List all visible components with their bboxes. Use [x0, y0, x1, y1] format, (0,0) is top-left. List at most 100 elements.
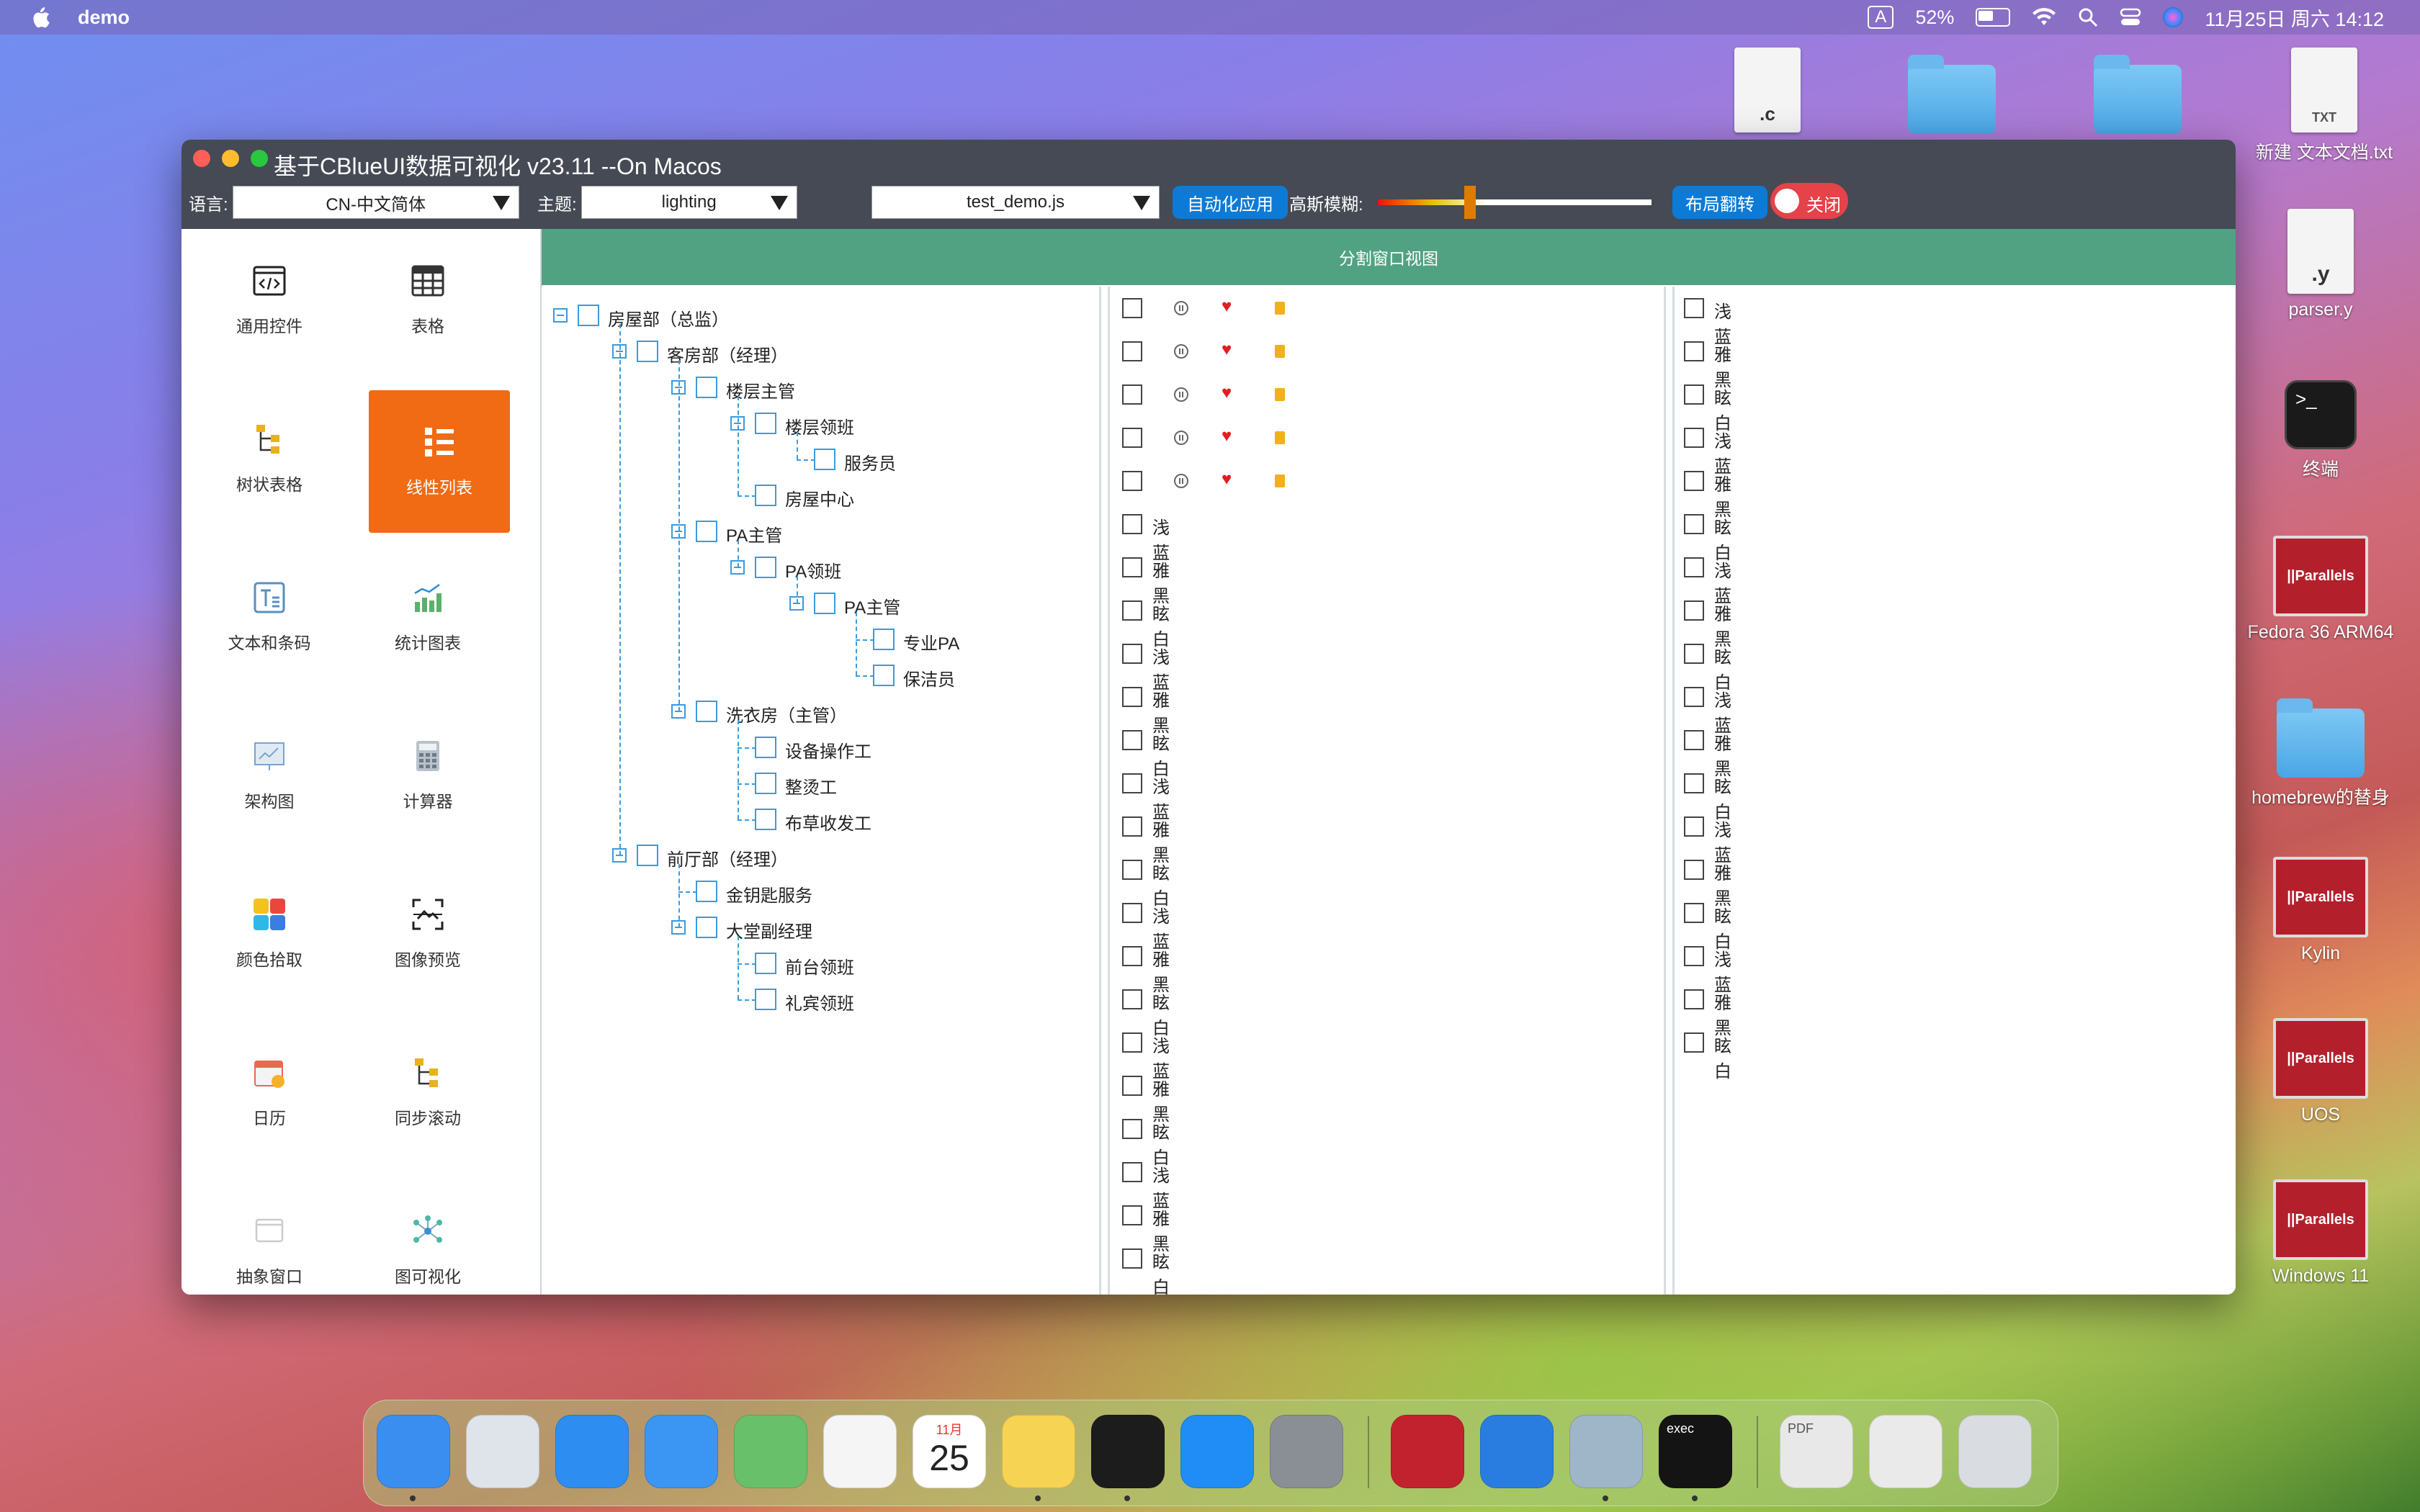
tree-checkbox[interactable] [696, 701, 717, 722]
desktop-kylin[interactable]: ||Parallels Kylin [2249, 857, 2393, 964]
tree-checkbox[interactable] [873, 665, 895, 686]
blur-slider[interactable] [1377, 186, 1652, 219]
heart-icon[interactable]: ♥ [1222, 426, 1232, 446]
row-checkbox[interactable] [1684, 384, 1704, 405]
tree-checkbox[interactable] [755, 413, 776, 434]
nav-statistics-chart[interactable]: 统计图表 [357, 546, 498, 688]
close-toggle[interactable]: 关闭 [1770, 183, 1848, 219]
nav-text-barcode[interactable]: 文本和条码 [199, 546, 340, 688]
language-select[interactable]: CN-中文简体 [232, 186, 519, 219]
nav-image-preview[interactable]: 图像预览 [357, 863, 498, 1005]
row-checkbox[interactable] [1684, 341, 1704, 361]
row-checkbox[interactable] [1122, 1248, 1142, 1269]
row-checkbox[interactable] [1684, 428, 1704, 448]
pause-icon[interactable] [1174, 474, 1188, 488]
app-name[interactable]: demo [78, 6, 130, 29]
tree-checkbox[interactable] [696, 377, 717, 398]
row-checkbox[interactable] [1684, 730, 1704, 750]
desktop-homebrew[interactable]: homebrew的替身 [2249, 698, 2393, 809]
tree-checkbox[interactable] [755, 557, 776, 578]
row-checkbox[interactable] [1122, 644, 1142, 664]
clock[interactable]: 11月25日 周六 14:12 [2205, 4, 2384, 32]
desktop-fedora[interactable]: ||Parallels Fedora 36 ARM64 [2233, 536, 2408, 643]
tree-checkbox[interactable] [637, 341, 658, 362]
row-checkbox[interactable] [1122, 1119, 1142, 1139]
pause-icon[interactable] [1174, 301, 1188, 315]
dock-maps-icon[interactable] [734, 1415, 807, 1488]
tree-checkbox[interactable] [696, 881, 717, 902]
heart-icon[interactable]: ♥ [1222, 469, 1232, 490]
row-checkbox[interactable] [1122, 773, 1142, 793]
row-checkbox[interactable] [1122, 903, 1142, 923]
splitter-2b[interactable] [1672, 287, 1675, 1295]
dock-notes-icon[interactable] [1002, 1415, 1075, 1488]
minimize-window-button[interactable] [222, 150, 239, 167]
row-checkbox[interactable] [1122, 471, 1142, 491]
row-checkbox[interactable] [1122, 428, 1142, 448]
dock-finder-icon[interactable] [377, 1415, 450, 1488]
siri-icon[interactable] [2163, 7, 2184, 27]
row-checkbox[interactable] [1122, 860, 1142, 880]
dock-terminal-icon[interactable] [1091, 1415, 1165, 1488]
dock-safari-icon[interactable] [555, 1415, 629, 1488]
dock-trash-icon[interactable] [1958, 1415, 2032, 1488]
row-checkbox[interactable] [1684, 600, 1704, 621]
nav-abstract-window[interactable]: 抽象窗口 [199, 1179, 340, 1295]
dock-exec-icon[interactable]: exec [1659, 1415, 1732, 1488]
row-checkbox[interactable] [1684, 471, 1704, 491]
script-select[interactable]: test_demo.js [871, 186, 1160, 219]
layout-flip-button[interactable]: 布局翻转 [1672, 186, 1767, 219]
row-checkbox[interactable] [1684, 946, 1704, 966]
heart-icon[interactable]: ♥ [1222, 297, 1232, 317]
battery-icon[interactable] [1976, 8, 2011, 27]
nav-linear-list[interactable]: 线性列表 [369, 390, 510, 533]
tree-checkbox[interactable] [637, 845, 658, 866]
row-checkbox[interactable] [1684, 816, 1704, 837]
row-checkbox[interactable] [1684, 514, 1704, 534]
wifi-icon[interactable] [2032, 8, 2056, 27]
row-checkbox[interactable] [1122, 1076, 1142, 1096]
tree-checkbox[interactable] [696, 917, 717, 938]
desktop-uos[interactable]: ||Parallels UOS [2249, 1018, 2393, 1125]
desktop-c-file[interactable]: .c [1695, 48, 1839, 138]
desktop-parser-y[interactable]: .y parser.y [2249, 209, 2393, 320]
apple-icon[interactable] [30, 6, 50, 29]
desktop-windows11[interactable]: ||Parallels Windows 11 [2249, 1179, 2393, 1287]
pause-icon[interactable] [1174, 387, 1188, 402]
middle-list-panel[interactable]: ♥ ♥ ♥ ♥ ♥ 浅蓝 雅黑 眩白 浅蓝 雅黑 眩白 浅蓝 雅黑 眩白 浅蓝 雅黑 眩白 浅蓝 雅黑 眩白 浅蓝 雅黑眩… [1111, 287, 1664, 1295]
row-checkbox[interactable] [1122, 1205, 1142, 1225]
desktop-folder-1[interactable] [1880, 55, 2024, 140]
row-checkbox[interactable] [1684, 989, 1704, 1009]
nav-general-controls[interactable]: 通用控件 [199, 229, 340, 372]
tree-checkbox[interactable] [755, 773, 776, 794]
tree-checkbox[interactable] [696, 521, 717, 542]
row-checkbox[interactable] [1122, 600, 1142, 621]
dock-app-store-icon[interactable] [1180, 1415, 1254, 1488]
dock-system-settings-icon[interactable] [1270, 1415, 1343, 1488]
tree-panel[interactable]: 房屋部（总监） 客房部（经理） 楼层主管 楼层领班 服务员 房屋中心 PA主管 PA领班 PA主… [542, 287, 1099, 1295]
desktop-terminal[interactable]: >_ 终端 [2249, 380, 2393, 481]
theme-select[interactable]: lighting [581, 186, 797, 219]
row-checkbox[interactable] [1122, 514, 1142, 534]
control-center-icon[interactable] [2120, 7, 2141, 27]
tree-checkbox[interactable] [578, 305, 599, 326]
heart-icon[interactable]: ♥ [1222, 383, 1232, 403]
desktop-new-text-doc[interactable]: TXT 新建 文本文档.txt [2249, 48, 2400, 164]
row-checkbox[interactable] [1122, 298, 1142, 318]
heart-icon[interactable]: ♥ [1222, 340, 1232, 360]
row-checkbox[interactable] [1122, 384, 1142, 405]
pause-icon[interactable] [1174, 344, 1188, 359]
row-checkbox[interactable] [1684, 860, 1704, 880]
input-method-icon[interactable]: A [1868, 6, 1894, 29]
row-checkbox[interactable] [1122, 557, 1142, 577]
right-list-panel[interactable]: 浅蓝 雅黑 眩白 浅蓝 雅黑 眩白 浅蓝 雅黑 眩白 浅蓝 雅黑 眩白 浅蓝 雅黑 眩白 浅蓝 雅黑 眩白 [1675, 287, 2236, 1295]
row-checkbox[interactable] [1122, 1032, 1142, 1053]
row-checkbox[interactable] [1684, 687, 1704, 707]
dock-xcode-icon[interactable] [1480, 1415, 1554, 1488]
tree-checkbox[interactable] [755, 989, 776, 1010]
delete-icon[interactable] [1275, 302, 1285, 315]
expand-toggle-icon[interactable] [553, 308, 568, 323]
tree-checkbox[interactable] [755, 953, 776, 974]
spotlight-search-icon[interactable] [2078, 7, 2098, 27]
pause-icon[interactable] [1174, 431, 1188, 445]
